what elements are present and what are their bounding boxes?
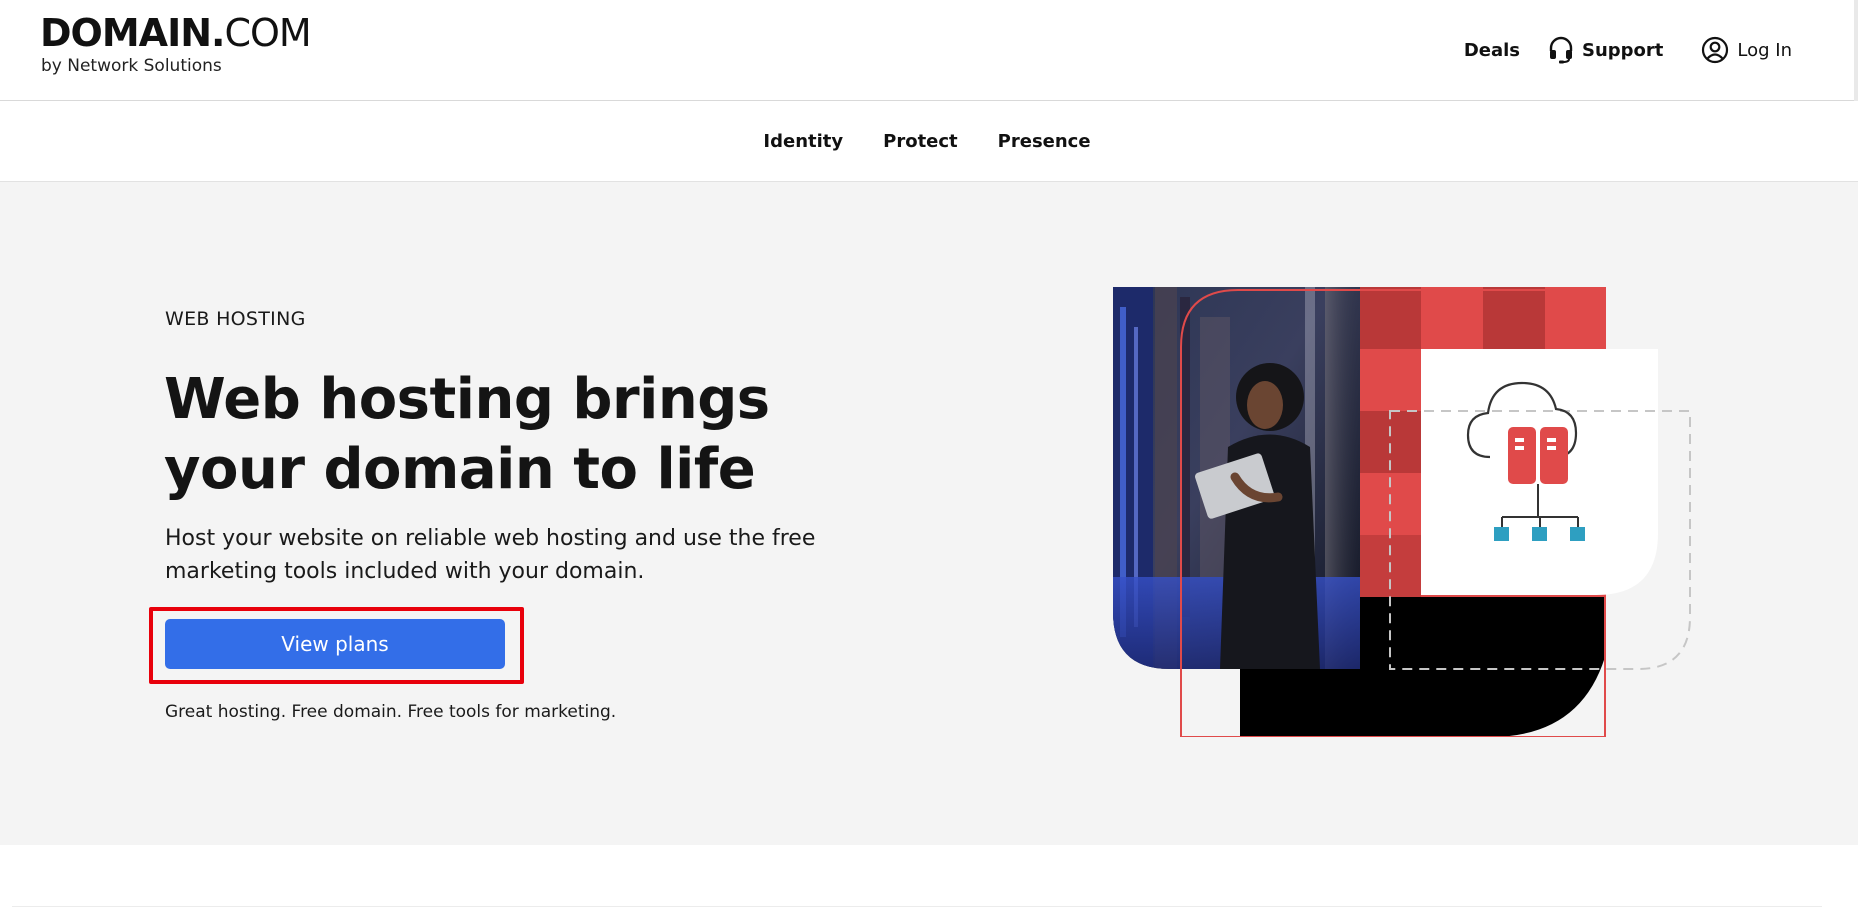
subnav-identity[interactable]: Identity [763, 131, 843, 152]
user-circle-icon [1701, 36, 1729, 64]
login-link[interactable]: Log In [1701, 36, 1792, 64]
scrollbar-edge [1854, 0, 1858, 101]
below-fold-section [0, 845, 1858, 915]
subnav-presence[interactable]: Presence [998, 131, 1091, 152]
hero-section: WEB HOSTING Web hosting brings your doma… [0, 182, 1858, 845]
hero-description: Host your website on reliable web hostin… [165, 526, 816, 584]
site-logo[interactable]: DOMAIN.COM by Network Solutions [40, 11, 312, 76]
deals-label: Deals [1463, 39, 1520, 61]
subnav-protect[interactable]: Protect [883, 131, 958, 152]
hero-illustration [1110, 287, 1700, 738]
header-nav: Deals Support Log In [1464, 32, 1792, 68]
support-link[interactable]: Support [1548, 36, 1663, 64]
deals-link[interactable]: Deals [1464, 40, 1520, 61]
divider-line [12, 906, 1822, 907]
login-label: Log In [1737, 39, 1792, 61]
hero-tagline: Great hosting. Free domain. Free tools f… [165, 702, 617, 722]
hero-eyebrow: WEB HOSTING [165, 308, 306, 330]
datacenter-photo [1113, 287, 1360, 669]
support-label: Support [1582, 39, 1664, 61]
top-header: DOMAIN.COM by Network Solutions Deals Su… [0, 0, 1858, 101]
logo-wordmark: DOMAIN.COM [40, 11, 312, 55]
sub-nav: Identity Protect Presence [0, 101, 1858, 182]
hero-title: Web hosting brings your domain to life [164, 367, 770, 502]
logo-tagline: by Network Solutions [41, 56, 222, 76]
headset-icon [1548, 36, 1574, 64]
view-plans-button[interactable]: View plans [165, 619, 505, 669]
